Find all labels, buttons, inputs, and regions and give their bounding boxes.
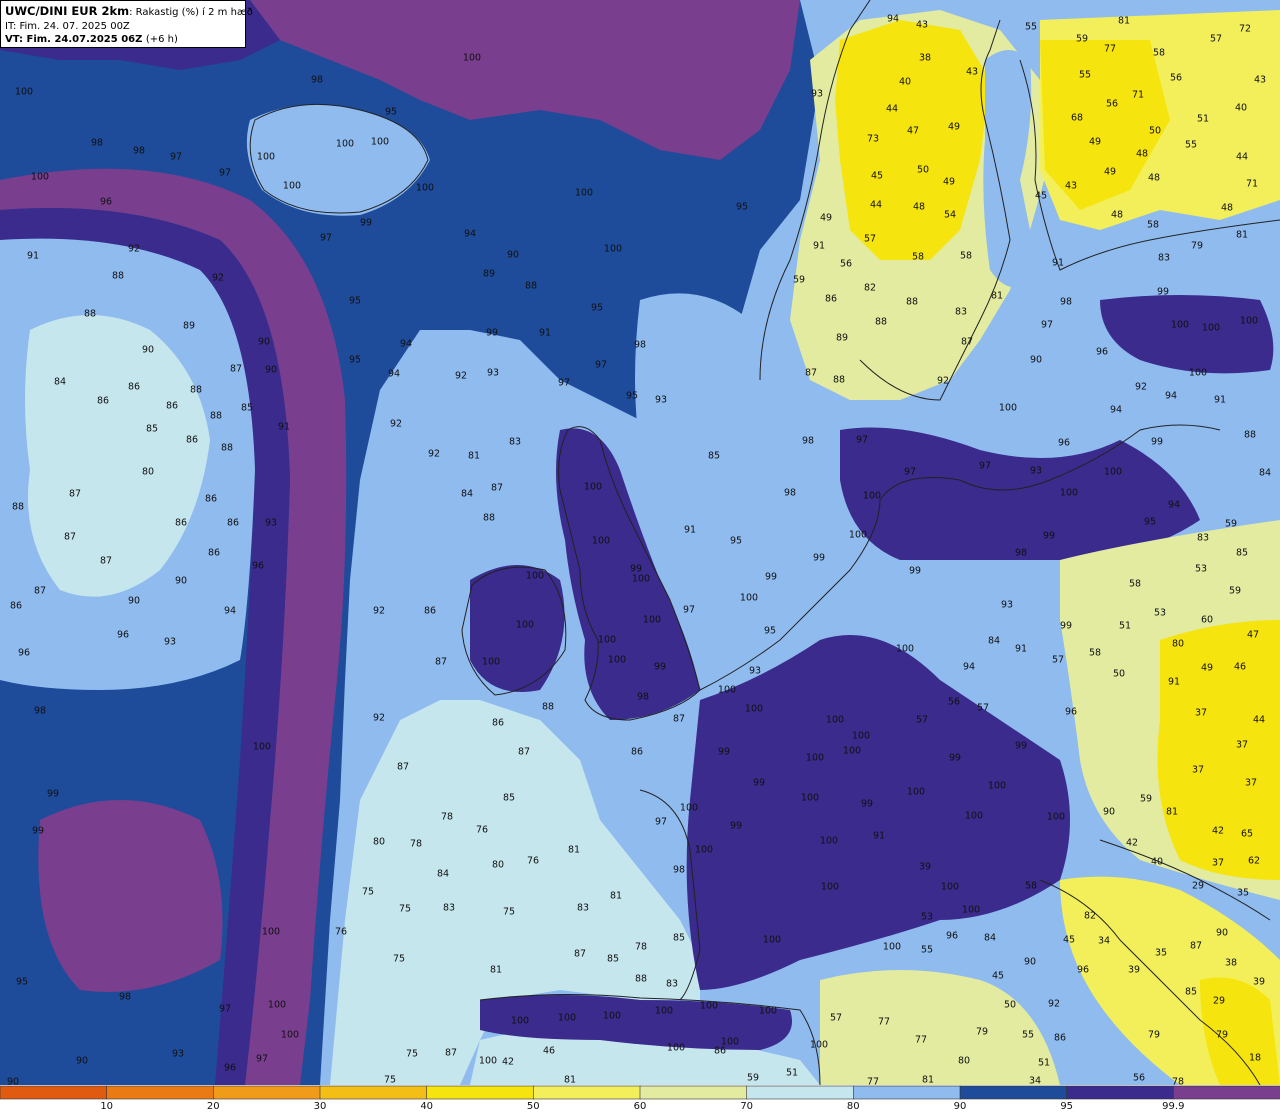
- colorbar-swatch: [213, 1085, 321, 1100]
- colorbar-tick-label: 90: [953, 1101, 967, 1112]
- colorbar-swatch: [533, 1085, 641, 1100]
- colorbar-tick-label: 10: [100, 1101, 114, 1112]
- valid-time-line: VT: Fim. 24.07.2025 06Z (+6 h): [5, 33, 241, 46]
- colorbar-tick-label: 80: [846, 1101, 860, 1112]
- parameter-name: : Rakastig (%) í 2 m hæð: [129, 7, 253, 18]
- field-95-ireland: [470, 565, 565, 692]
- field-40-50-east: [1157, 620, 1280, 880]
- colorbar-swatch: [106, 1085, 215, 1100]
- colorbar-swatch: [0, 1085, 108, 1100]
- colorbar-tick-label: 99.9: [1162, 1101, 1185, 1112]
- colorbar-legend: 10 20 30 40 50 60 70 80 90 95 99.9: [0, 1085, 1280, 1115]
- humidity-field: [0, 0, 1280, 1085]
- map-title-box: UWC/DINI EUR 2km: Rakastig (%) í 2 m hæð…: [0, 0, 253, 48]
- model-name: UWC/DINI EUR 2km: [5, 4, 130, 18]
- colorbar-swatch: [319, 1085, 428, 1100]
- colorbar-swatch: [853, 1085, 961, 1100]
- colorbar-swatch: [639, 1085, 748, 1100]
- title-line: UWC/DINI EUR 2km: Rakastig (%) í 2 m hæð: [5, 4, 253, 20]
- colorbar-swatches: [0, 1085, 1280, 1100]
- colorbar-swatch: [1173, 1085, 1280, 1100]
- field-99-southwest: [38, 800, 223, 992]
- init-time: IT: Fim. 24. 07. 2025 00Z: [5, 21, 130, 32]
- valid-time: VT: Fim. 24.07.2025 06Z: [5, 34, 143, 45]
- colorbar-swatch: [746, 1085, 855, 1100]
- colorbar-swatch: [426, 1085, 535, 1100]
- colorbar-tick-label: 50: [526, 1101, 540, 1112]
- colorbar-swatch: [959, 1085, 1068, 1100]
- lead-time: (+6 h): [145, 34, 178, 45]
- colorbar-tick-label: 30: [313, 1101, 327, 1112]
- colorbar-tick-label: 70: [740, 1101, 754, 1112]
- colorbar-tick-label: 60: [633, 1101, 647, 1112]
- colorbar-tick-label: 20: [206, 1101, 220, 1112]
- colorbar-tick-label: 40: [420, 1101, 434, 1112]
- humidity-map[interactable]: 100 98 98 98 97 97 100 96 97 99 92 91 88 92 88 89 90 90 90…: [0, 0, 1280, 1085]
- colorbar-tick-label: 95: [1060, 1101, 1074, 1112]
- colorbar-swatch: [1066, 1085, 1175, 1100]
